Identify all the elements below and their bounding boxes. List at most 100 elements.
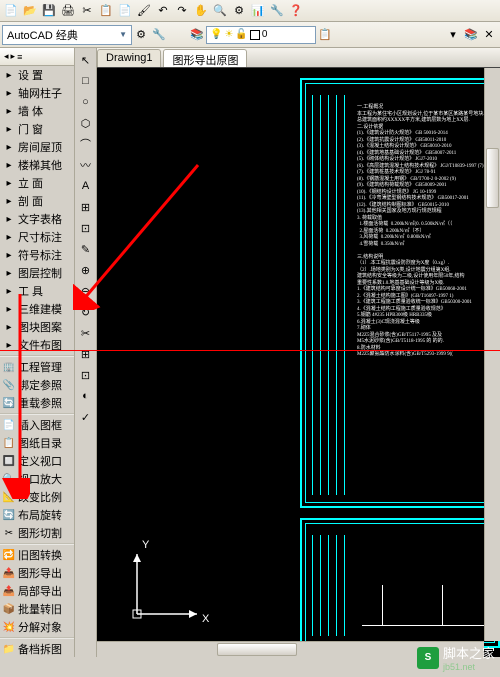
workspace-row: AutoCAD 经典 ▼ ⚙ 🔧 📚 💡☀🔓 0 📋 ▾ 📚 ✕ bbox=[0, 22, 500, 48]
sidebar-icon: 🔲 bbox=[2, 454, 16, 468]
chevron-down-icon: ▼ bbox=[119, 30, 127, 39]
match-icon[interactable]: 🖌 bbox=[135, 2, 153, 20]
tool-icon[interactable]: 🔧 bbox=[268, 2, 286, 20]
sidebar-item-3[interactable]: ▸门 窗 bbox=[0, 120, 74, 138]
sidebar-item-35[interactable]: 📁备档拆图 bbox=[0, 640, 74, 657]
sidebar-icon: 🔄 bbox=[2, 396, 16, 410]
vtool-12[interactable]: ↻ bbox=[76, 302, 96, 322]
vtool-1[interactable]: □ bbox=[76, 71, 96, 91]
sidebar-item-23[interactable]: 🔲定义视口 bbox=[0, 452, 74, 470]
tool-icon[interactable]: 📊 bbox=[249, 2, 267, 20]
sidebar-item-26[interactable]: 🔄布局旋转 bbox=[0, 506, 74, 524]
layer-icon[interactable]: 📚 bbox=[188, 26, 206, 44]
chevron-left-icon[interactable]: ◂ bbox=[4, 51, 9, 62]
tab-drawing1[interactable]: Drawing1 bbox=[97, 49, 161, 67]
ws-settings-icon[interactable]: ⚙ bbox=[132, 26, 150, 44]
sidebar-item-21[interactable]: 📄插入图框 bbox=[0, 416, 74, 434]
open-icon[interactable]: 📂 bbox=[21, 2, 39, 20]
layer-icon[interactable]: 📚 bbox=[462, 26, 480, 44]
sidebar-item-22[interactable]: 📋图纸目录 bbox=[0, 434, 74, 452]
sidebar-item-11[interactable]: ▸图层控制 bbox=[0, 264, 74, 282]
vtool-2[interactable]: ○ bbox=[76, 92, 96, 112]
close-icon[interactable]: ✕ bbox=[480, 26, 498, 44]
vtool-3[interactable]: ⬡ bbox=[76, 113, 96, 133]
sidebar-item-8[interactable]: ▸文字表格 bbox=[0, 210, 74, 228]
sidebar-item-13[interactable]: ▸三维建模 bbox=[0, 300, 74, 318]
sidebar-icon: ▸ bbox=[2, 68, 16, 82]
print-icon[interactable]: 🖨 bbox=[59, 2, 77, 20]
sidebar-label: 分解对象 bbox=[18, 619, 62, 635]
save-icon[interactable]: 💾 bbox=[40, 2, 58, 20]
sidebar-item-7[interactable]: ▸剖 面 bbox=[0, 192, 74, 210]
sidebar-icon: ▸ bbox=[2, 302, 16, 316]
sidebar-item-14[interactable]: ▸图块图案 bbox=[0, 318, 74, 336]
vtool-17[interactable]: ✓ bbox=[76, 407, 96, 427]
sidebar-label: 备档拆图 bbox=[18, 641, 62, 657]
vtool-14[interactable]: ⊞ bbox=[76, 344, 96, 364]
vtool-15[interactable]: ⊡ bbox=[76, 365, 96, 385]
workspace-dropdown[interactable]: AutoCAD 经典 ▼ bbox=[2, 25, 132, 45]
vtool-4[interactable]: ⌒ bbox=[76, 134, 96, 154]
scrollbar-vertical[interactable] bbox=[484, 68, 500, 641]
zoom-icon[interactable]: 🔍 bbox=[211, 2, 229, 20]
sidebar-icon: ▸ bbox=[2, 266, 16, 280]
sidebar-item-5[interactable]: ▸楼梯其他 bbox=[0, 156, 74, 174]
vtool-8[interactable]: ⊡ bbox=[76, 218, 96, 238]
sidebar-item-6[interactable]: ▸立 面 bbox=[0, 174, 74, 192]
sidebar-label: 旧图转换 bbox=[18, 547, 62, 563]
tool-icon[interactable]: ⚙ bbox=[230, 2, 248, 20]
sidebar-item-32[interactable]: 📦批量转旧 bbox=[0, 600, 74, 618]
sidebar-item-33[interactable]: 💥分解对象 bbox=[0, 618, 74, 636]
tab-export[interactable]: 图形导出原图 bbox=[163, 49, 247, 67]
layer-dropdown[interactable]: 💡☀🔓 0 bbox=[206, 26, 316, 44]
sidebar-item-15[interactable]: ▸文件布图 bbox=[0, 336, 74, 354]
sidebar-item-0[interactable]: ▸设 置 bbox=[0, 66, 74, 84]
vtool-5[interactable]: 〰 bbox=[76, 155, 96, 175]
sidebar-item-31[interactable]: 📤局部导出 bbox=[0, 582, 74, 600]
sidebar-item-12[interactable]: ▸工 具 bbox=[0, 282, 74, 300]
model-space[interactable]: 一.工程概况 本工程为某住宅小区规划设计,位于某市某区某路某号地块. 总建筑面积… bbox=[97, 68, 500, 657]
new-icon[interactable]: 📄 bbox=[2, 2, 20, 20]
undo-icon[interactable]: ↶ bbox=[154, 2, 172, 20]
vtool-0[interactable]: ↖ bbox=[76, 50, 96, 70]
sidebar-item-25[interactable]: 📐改变比例 bbox=[0, 488, 74, 506]
vtool-7[interactable]: ⊞ bbox=[76, 197, 96, 217]
sidebar-item-4[interactable]: ▸房间屋顶 bbox=[0, 138, 74, 156]
help-icon[interactable]: ❓ bbox=[287, 2, 305, 20]
panel-header: ◂ ▸ ≡ bbox=[0, 48, 74, 66]
vtool-6[interactable]: A bbox=[76, 176, 96, 196]
sidebar-item-17[interactable]: 🏢工程管理 bbox=[0, 358, 74, 376]
cut-icon[interactable]: ✂ bbox=[78, 2, 96, 20]
ws-tool-icon[interactable]: 🔧 bbox=[150, 26, 168, 44]
sidebar-item-10[interactable]: ▸符号标注 bbox=[0, 246, 74, 264]
layer-tool-icon[interactable]: 📋 bbox=[316, 26, 334, 44]
sidebar-item-27[interactable]: ✂图形切割 bbox=[0, 524, 74, 542]
sidebar-label: 工 具 bbox=[18, 283, 43, 299]
paste-icon[interactable]: 📄 bbox=[116, 2, 134, 20]
sidebar-item-24[interactable]: 🔍视口放大 bbox=[0, 470, 74, 488]
sidebar-label: 楼梯其他 bbox=[18, 157, 62, 173]
menu-icon[interactable]: ≡ bbox=[17, 52, 22, 62]
sidebar-item-1[interactable]: ▸轴网柱子 bbox=[0, 84, 74, 102]
main-area: ◂ ▸ ≡ ▸设 置▸轴网柱子▸墙 体▸门 窗▸房间屋顶▸楼梯其他▸立 面▸剖 … bbox=[0, 48, 500, 657]
chevron-down-icon[interactable]: ▾ bbox=[444, 26, 462, 44]
vtool-10[interactable]: ⊕ bbox=[76, 260, 96, 280]
sidebar-item-19[interactable]: 🔄重载参照 bbox=[0, 394, 74, 412]
sidebar-item-2[interactable]: ▸墙 体 bbox=[0, 102, 74, 120]
sidebar-icon: 💥 bbox=[2, 620, 16, 634]
vtool-9[interactable]: ✎ bbox=[76, 239, 96, 259]
sidebar-label: 轴网柱子 bbox=[18, 85, 62, 101]
vtool-16[interactable]: ◐ bbox=[76, 386, 96, 406]
copy-icon[interactable]: 📋 bbox=[97, 2, 115, 20]
sidebar-item-30[interactable]: 📤图形导出 bbox=[0, 564, 74, 582]
vtool-11[interactable]: ⊖ bbox=[76, 281, 96, 301]
toolbar-row-1: 📄 📂 💾 🖨 ✂ 📋 📄 🖌 ↶ ↷ ✋ 🔍 ⚙ 📊 🔧 ❓ bbox=[0, 0, 500, 22]
sidebar-item-9[interactable]: ▸尺寸标注 bbox=[0, 228, 74, 246]
sidebar-item-29[interactable]: 🔁旧图转换 bbox=[0, 546, 74, 564]
redo-icon[interactable]: ↷ bbox=[173, 2, 191, 20]
drawing-canvas[interactable]: Drawing1 图形导出原图 一.工程概况 本工程为某住宅小区规划设计,位于某… bbox=[97, 48, 500, 657]
vtool-13[interactable]: ✂ bbox=[76, 323, 96, 343]
pan-icon[interactable]: ✋ bbox=[192, 2, 210, 20]
chevron-right-icon[interactable]: ▸ bbox=[11, 51, 16, 62]
sidebar-item-18[interactable]: 📎绑定参照 bbox=[0, 376, 74, 394]
